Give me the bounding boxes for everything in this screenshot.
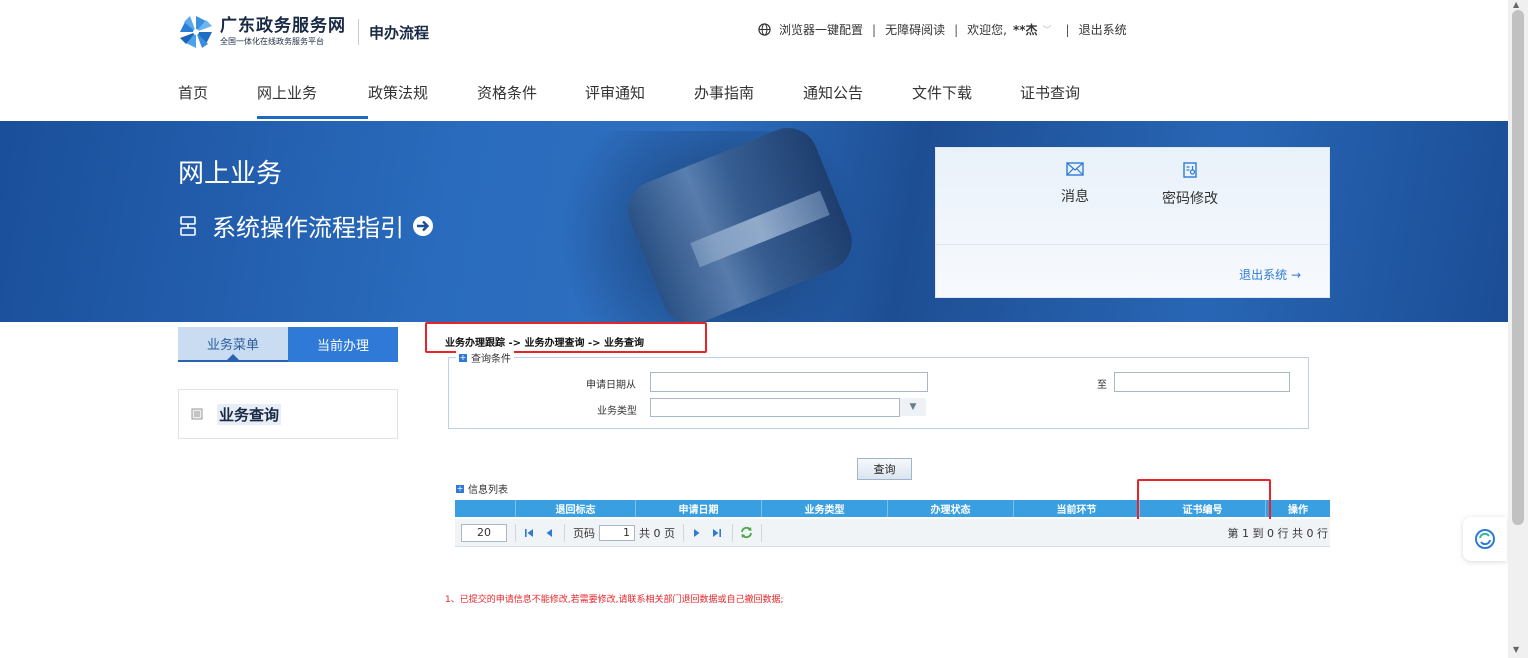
main-nav: 首页 网上业务 政策法规 资格条件 评审通知 办事指南 通知公告 文件下载 证书… [178,82,1080,119]
globe-icon [758,23,771,36]
assistant-icon [1475,529,1495,549]
panel-divider [936,244,1329,245]
query-conditions-panel [448,357,1309,429]
business-type-select[interactable] [650,398,900,417]
guide-label: 系统操作流程指引 [212,214,404,242]
browser-config-link[interactable]: 浏览器一键配置 [779,21,863,38]
pager-separator [564,523,565,542]
nav-certificate-query[interactable]: 证书查询 [1020,82,1080,103]
page-size-select[interactable]: 20 [461,523,507,542]
column-header-status[interactable]: 办理状态 [887,500,1013,517]
pagination-bar: 20 页码 1 共 0 页 第 1 到 0 行 共 0 行 [455,519,1330,547]
section-title: 申办流程 [369,23,430,42]
first-page-icon[interactable] [522,526,536,540]
column-header-current-stage[interactable]: 当前环节 [1013,500,1139,517]
next-page-icon[interactable] [690,526,704,540]
logout-link[interactable]: 退出系统 [1079,21,1127,38]
logo-title: 广东政务服务网 [220,16,346,36]
business-type-label: 业务类型 [597,406,637,417]
date-to-label: 至 [1097,380,1107,391]
accessible-read-link[interactable]: 无障碍阅读 [885,21,945,38]
date-from-label: 申请日期从 [586,380,636,391]
column-header-return-flag[interactable]: 退回标志 [515,500,635,517]
tab-business-menu[interactable]: 业务菜单 [178,327,288,362]
arrow-right-circle-icon [413,215,433,236]
welcome-text: 欢迎您, [967,23,1007,37]
nav-download[interactable]: 文件下载 [912,82,1020,103]
link-separator: | [872,22,877,37]
envelope-icon [1066,162,1084,176]
user-panel: 消息 密码修改 退出系统 → [935,147,1330,298]
chevron-down-icon[interactable]: ﹀ [1043,23,1052,36]
info-list-label: 信息列表 [468,485,508,496]
top-links: 浏览器一键配置 | 无障碍阅读 | 欢迎您, **杰 ﹀ | 退出系统 [758,21,1127,38]
nav-online-business[interactable]: 网上业务 [257,82,368,119]
password-change-button[interactable]: 密码修改 [1158,162,1222,208]
flow-icon [180,215,196,236]
nav-home[interactable]: 首页 [178,82,257,103]
scroll-up-icon[interactable]: ▲ [1513,0,1519,9]
nav-announcement[interactable]: 通知公告 [803,82,912,103]
query-legend: + 查询条件 [456,350,514,365]
column-header-apply-date[interactable]: 申请日期 [635,500,761,517]
user-name[interactable]: **杰 [1013,21,1038,38]
prev-page-icon[interactable] [542,526,556,540]
notice-text: 1、已提交的申请信息不能修改,若需要修改,请联系相关部门退回数据或自己撤回数据; [445,595,784,605]
pager-separator [732,523,733,542]
column-header [455,500,515,517]
scroll-down-icon[interactable]: ▼ [1513,645,1519,654]
sidebar-tabs: 业务菜单 当前办理 [178,327,398,362]
vertical-scrollbar[interactable]: ▲ ▼ [1508,0,1528,658]
password-label: 密码修改 [1162,191,1218,207]
document-icon [191,408,203,420]
sidebar-item-label: 业务查询 [217,403,282,425]
query-legend-label: 查询条件 [471,354,511,365]
query-button[interactable]: 查询 [857,458,912,480]
total-pages: 共 0 页 [639,526,675,540]
banner-title: 网上业务 [178,159,283,189]
nav-policy[interactable]: 政策法规 [368,82,477,103]
message-label: 消息 [1061,189,1089,205]
assistant-button[interactable] [1463,517,1507,561]
date-to-input[interactable] [1114,372,1290,392]
info-list-title: + 信息列表 [456,481,508,496]
nav-review-notice[interactable]: 评审通知 [585,82,694,103]
link-separator: | [1065,22,1070,37]
chevron-down-icon[interactable]: ▼ [900,398,926,416]
scrollbar-thumb[interactable] [1512,10,1524,525]
highlight-box-breadcrumb [425,322,707,353]
logo-divider [358,19,359,45]
last-page-icon[interactable] [710,526,724,540]
password-doc-icon [1183,162,1197,178]
page-label: 页码 [573,526,595,540]
pager-info: 第 1 到 0 行 共 0 行 [1227,526,1328,540]
expand-icon[interactable]: + [459,353,467,362]
sidebar-item-business-query[interactable]: 业务查询 [178,389,398,439]
logo-subtitle: 全国一体化在线政务服务平台 [220,37,324,46]
column-header-business-type[interactable]: 业务类型 [761,500,887,517]
pager-separator [683,523,684,542]
page: 广东政务服务网 全国一体化在线政务服务平台 申办流程 浏览器一键配置 | 无障碍… [0,0,1528,658]
panel-logout-link[interactable]: 退出系统 → [1239,266,1301,283]
tab-current-handling[interactable]: 当前办理 [288,327,398,362]
pager-separator [515,523,516,542]
refresh-icon[interactable] [739,526,753,540]
expand-icon[interactable]: + [456,484,464,493]
link-separator: | [954,22,959,37]
nav-qualification[interactable]: 资格条件 [477,82,585,103]
date-from-input[interactable] [650,372,928,392]
message-button[interactable]: 消息 [1048,162,1102,206]
page-number-input[interactable]: 1 [599,524,635,541]
operation-guide-link[interactable]: 系统操作流程指引 [178,208,434,243]
pinwheel-logo-icon [180,16,212,48]
column-header-operation: 操作 [1265,500,1330,517]
nav-guide[interactable]: 办事指南 [694,82,803,103]
site-logo[interactable]: 广东政务服务网 全国一体化在线政务服务平台 申办流程 [178,14,429,50]
pager-separator [761,523,762,542]
